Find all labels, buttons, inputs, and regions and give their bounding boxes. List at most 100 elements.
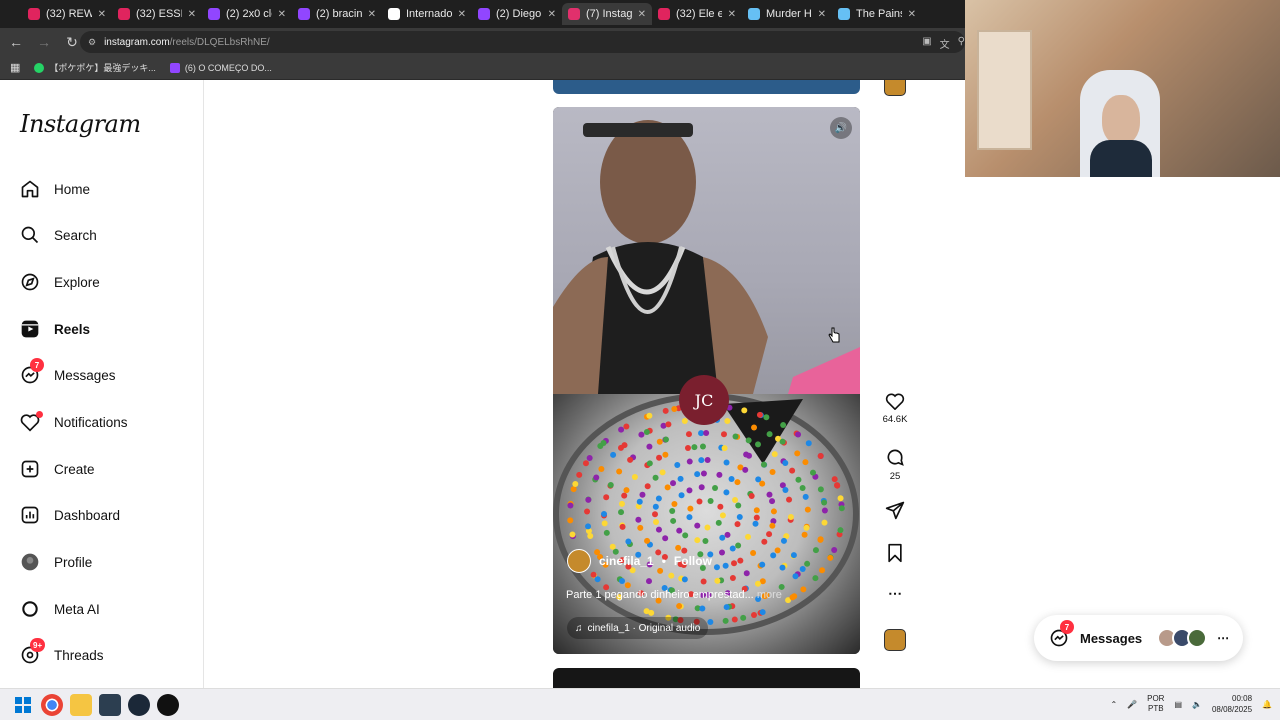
tab-label: (2) 2x0 clean (226, 8, 272, 20)
prev-author-avatar[interactable] (884, 80, 906, 96)
sidebar-item-dashboard[interactable]: Dashboard (20, 500, 120, 530)
heart-icon[interactable] (885, 392, 905, 410)
messages-pill[interactable]: 7 Messages ⋯ (1034, 615, 1243, 661)
back-button[interactable]: ← (4, 30, 28, 54)
network-icon[interactable]: ▤ (1174, 700, 1182, 709)
bookmark-item[interactable]: (6) O COMEÇO DO... (169, 62, 272, 73)
browser-tab[interactable]: Internado cu ✕ (382, 3, 472, 25)
browser-tab[interactable]: (32) ESSE BA ✕ (112, 3, 202, 25)
candy-dot (665, 421, 672, 428)
sidebar-item-home[interactable]: Home (20, 174, 90, 204)
author-username[interactable]: cinefila_1 (599, 554, 654, 568)
sidebar-item-threads[interactable]: 9+ Threads (20, 638, 104, 670)
tab-close-icon[interactable]: ✕ (188, 9, 196, 20)
candy-dot (671, 500, 678, 507)
reel-video[interactable]: 🔊 JC cinefila_1 • Follow Parte 1 pegando… (553, 107, 860, 654)
tab-close-icon[interactable]: ✕ (638, 9, 646, 20)
comment-icon[interactable] (885, 447, 905, 467)
volume-icon[interactable]: 🔊 (830, 117, 852, 139)
browser-tab[interactable]: (2) 2x0 clean ✕ (202, 3, 292, 25)
file-explorer-icon[interactable] (70, 693, 92, 716)
notification-bell-icon[interactable]: 🔔 (1262, 700, 1272, 709)
browser-tab[interactable]: (7) Instagr ✕ (562, 3, 652, 25)
tab-close-icon[interactable]: ✕ (548, 9, 556, 20)
candy-dot (723, 489, 730, 496)
volume-tray-icon[interactable]: 🔈 (1192, 700, 1202, 709)
tab-close-icon[interactable]: ✕ (458, 9, 466, 20)
reel-audio[interactable]: ♫ cinefila_1 · Original audio (567, 617, 709, 639)
app-icon[interactable] (99, 693, 121, 716)
candy-dot (652, 503, 659, 510)
browser-tab[interactable]: (32) REWORK ✕ (22, 3, 112, 25)
heart-icon (20, 411, 43, 432)
windows-start-icon[interactable] (12, 694, 34, 716)
bookmark-icon[interactable] (886, 543, 904, 563)
sidebar-item-notifications[interactable]: Notifications (20, 407, 128, 437)
chrome-icon[interactable] (41, 693, 63, 716)
candy-dot (716, 471, 723, 478)
sidebar-item-reels[interactable]: Reels (20, 314, 90, 344)
browser-tab[interactable]: (32) Ele entr ✕ (652, 3, 742, 25)
caption-more-link[interactable]: more (757, 589, 782, 601)
sidebar-item-create[interactable]: Create (20, 454, 95, 484)
language-indicator[interactable]: POR PTB (1147, 694, 1164, 714)
audio-thumb-avatar[interactable] (884, 629, 906, 651)
candy-dot (799, 485, 806, 492)
browser-tab[interactable]: (2) bracinho ✕ (292, 3, 382, 25)
sidebar-item-profile[interactable]: Profile (20, 547, 92, 577)
microphone-icon[interactable]: 🎤 (1127, 700, 1137, 709)
sidebar-item-explore[interactable]: Explore (20, 267, 100, 297)
apps-grid-icon[interactable]: ▦ (10, 61, 20, 74)
music-note-icon: ♫ (575, 622, 583, 634)
candy-dot (748, 493, 755, 500)
browser-tab[interactable]: Murder Hou ✕ (742, 3, 832, 25)
dashboard-icon (20, 505, 40, 525)
sidebar-item-meta-ai[interactable]: Meta AI (20, 594, 100, 624)
candy-dot (754, 441, 761, 448)
cast-icon[interactable]: ▣ (922, 36, 931, 51)
zoom-icon[interactable]: ⚲ (958, 36, 965, 51)
more-options-icon[interactable]: ⋯ (880, 585, 910, 602)
webcam-face (1102, 95, 1140, 145)
messages-pill-badge: 7 (1060, 620, 1074, 634)
sidebar-item-messages[interactable]: 7 Messages (20, 358, 116, 390)
instagram-logo[interactable]: Instagram (20, 110, 141, 138)
candy-dot (734, 521, 741, 528)
bookmark-label: (6) O COMEÇO DO... (184, 62, 272, 73)
tab-close-icon[interactable]: ✕ (908, 9, 916, 20)
browser-tab[interactable]: The Painscre ✕ (832, 3, 922, 25)
tab-close-icon[interactable]: ✕ (98, 9, 106, 20)
candy-dot (627, 456, 634, 463)
address-bar[interactable]: ⚙ instagram.com/reels/DLQELbsRhNE/ ▣ 文 ⚲ (80, 31, 965, 53)
chevron-up-icon[interactable]: ⌃ (1110, 700, 1117, 709)
tab-close-icon[interactable]: ✕ (368, 9, 376, 20)
sidebar-item-label: Search (54, 227, 97, 243)
steam-icon[interactable] (128, 693, 150, 716)
twitch-icon (169, 62, 180, 73)
candy-dot (691, 444, 698, 451)
tab-close-icon[interactable]: ✕ (818, 9, 826, 20)
candy-dot (637, 524, 644, 531)
candy-dot (584, 508, 591, 515)
tab-label: (32) Ele entr (676, 8, 722, 20)
clock[interactable]: 00:08 08/08/2025 (1212, 693, 1252, 715)
tab-close-icon[interactable]: ✕ (278, 9, 286, 20)
candy-dot (779, 438, 786, 445)
sidebar-item-label: Home (54, 181, 91, 197)
sidebar-item-search[interactable]: Search (20, 220, 97, 250)
unreal-icon[interactable] (157, 693, 179, 716)
author-avatar[interactable] (567, 549, 591, 573)
candy-dot (729, 545, 736, 552)
browser-tab[interactable]: (2) DiegoBra ✕ (472, 3, 562, 25)
previous-reel[interactable] (553, 80, 860, 94)
candy-dot (837, 495, 844, 502)
bookmark-item[interactable]: 【ポケポケ】最強デッキ... (34, 61, 156, 74)
translate-icon[interactable]: 文 (940, 36, 950, 51)
follow-button[interactable]: Follow (674, 554, 712, 568)
tab-close-icon[interactable]: ✕ (728, 9, 736, 20)
site-info-icon[interactable]: ⚙ (88, 37, 96, 48)
candy-dot (751, 424, 758, 431)
send-icon[interactable] (885, 500, 905, 520)
next-reel[interactable] (553, 668, 860, 688)
forward-button[interactable]: → (32, 30, 56, 54)
